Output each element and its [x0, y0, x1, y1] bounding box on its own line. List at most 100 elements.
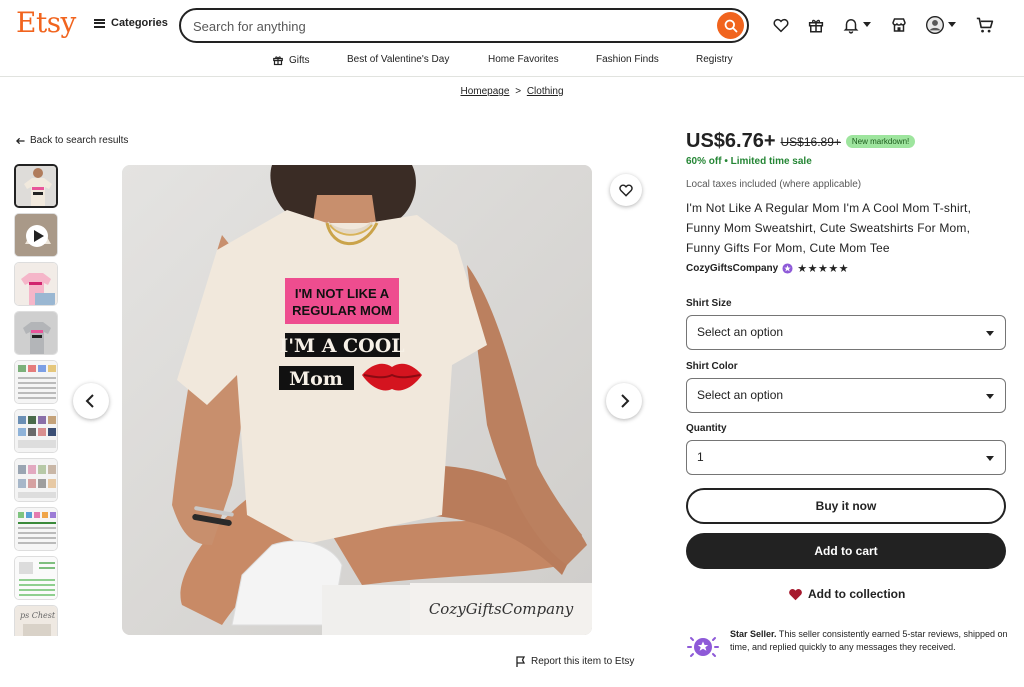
- discount-text: 60% off • Limited time sale: [686, 156, 812, 167]
- star-seller-text: Star Seller. This seller consistently ea…: [730, 628, 1016, 662]
- thumbnail-image: [15, 361, 57, 403]
- gift-button[interactable]: [807, 14, 825, 36]
- gift-icon: [808, 19, 824, 33]
- star-seller-badge-icon: [782, 263, 793, 274]
- watermark-text: CozyGiftsCompany: [429, 600, 574, 618]
- add-to-collection-label: Add to collection: [808, 587, 906, 601]
- thumbnail-4[interactable]: [14, 311, 58, 355]
- site-header: Etsy Categories: [0, 0, 1024, 50]
- shirt-color-select[interactable]: Select an option: [686, 378, 1006, 413]
- shirt-size-select[interactable]: Select an option: [686, 315, 1006, 350]
- add-to-collection-button[interactable]: Add to collection: [788, 587, 905, 601]
- thumbnail-1[interactable]: [14, 164, 58, 208]
- tax-note: Local taxes included (where applicable): [686, 179, 862, 190]
- thumbnail-10[interactable]: ps Chest: [14, 605, 58, 636]
- thumbnail-strip: ps Chest: [14, 164, 60, 636]
- rating-stars: ★★★★★: [797, 263, 850, 275]
- quantity-select[interactable]: 1: [686, 440, 1006, 475]
- star-seller-icon: [687, 637, 719, 657]
- add-to-cart-button[interactable]: Add to cart: [686, 533, 1006, 569]
- shirt-print-line2: REGULAR MOM: [292, 303, 392, 318]
- back-to-results-link[interactable]: Back to search results: [16, 135, 128, 146]
- report-item-link[interactable]: Report this item to Etsy: [516, 656, 634, 667]
- subnav-valentines[interactable]: Best of Valentine's Day: [347, 54, 449, 65]
- account-button[interactable]: [925, 14, 956, 36]
- thumbnail-image: [15, 557, 57, 599]
- quantity-value: 1: [697, 450, 704, 464]
- chevron-right-icon: [621, 394, 630, 408]
- thumbnail-image: [15, 263, 57, 305]
- search-icon: [724, 19, 737, 32]
- chevron-down-icon: [986, 456, 994, 461]
- chevron-down-icon: [986, 331, 994, 336]
- subnav-registry[interactable]: Registry: [696, 54, 733, 65]
- product-info: US$6.76+ US$16.89+ New markdown! 60% off…: [686, 130, 1006, 275]
- next-image-button[interactable]: [606, 383, 642, 419]
- breadcrumb-homepage[interactable]: Homepage: [460, 86, 509, 97]
- favorite-button[interactable]: [610, 174, 642, 206]
- heart-filled-icon: [789, 589, 802, 601]
- thumbnail-3[interactable]: [14, 262, 58, 306]
- thumbnail-7[interactable]: [14, 458, 58, 502]
- thumbnail-image: [16, 166, 56, 206]
- report-label: Report this item to Etsy: [531, 656, 635, 667]
- chevron-left-icon: [85, 394, 94, 408]
- size-select-value: Select an option: [697, 325, 784, 339]
- thumbnail-image: [15, 459, 57, 501]
- thumbnail-image: [15, 410, 57, 452]
- breadcrumb-clothing[interactable]: Clothing: [527, 86, 564, 97]
- size-label: Shirt Size: [686, 298, 732, 309]
- shop-icon: [892, 18, 906, 32]
- categories-button[interactable]: Categories: [94, 17, 168, 29]
- subnav-gifts[interactable]: Gifts: [272, 54, 310, 66]
- shirt-print-line4: Mom: [289, 368, 343, 390]
- breadcrumb: Homepage > Clothing: [0, 86, 1024, 97]
- thumbnail-video[interactable]: [14, 213, 58, 257]
- shop-name-link[interactable]: CozyGiftsCompany: [686, 263, 778, 274]
- buy-it-now-button[interactable]: Buy it now: [686, 488, 1006, 524]
- chevron-down-icon: [986, 394, 994, 399]
- thumbnail-6[interactable]: [14, 409, 58, 453]
- bell-icon: [843, 19, 859, 34]
- sale-price: US$6.76+: [686, 130, 776, 152]
- etsy-logo[interactable]: Etsy: [16, 6, 76, 39]
- shop-row: CozyGiftsCompany ★★★★★: [686, 262, 1006, 275]
- svg-text:ps Chest: ps Chest: [20, 611, 56, 620]
- avatar-icon: [926, 16, 944, 34]
- thumbnail-image: [15, 312, 57, 354]
- shirt-print-line1: I'M NOT LIKE A: [295, 286, 390, 301]
- search-button[interactable]: [717, 12, 744, 39]
- subnav-fashion-finds[interactable]: Fashion Finds: [596, 54, 659, 65]
- shop-manager-button[interactable]: [890, 14, 908, 36]
- favorites-button[interactable]: [772, 14, 790, 36]
- original-price: US$16.89+: [780, 134, 841, 149]
- markdown-badge: New markdown!: [845, 135, 916, 148]
- cart-icon: [976, 17, 994, 33]
- chevron-down-icon: [948, 22, 956, 27]
- thumbnail-9[interactable]: [14, 556, 58, 600]
- product-title: I'm Not Like A Regular Mom I'm A Cool Mo…: [686, 201, 972, 255]
- play-icon: [15, 214, 57, 256]
- chevron-down-icon: [863, 22, 871, 27]
- search-bar: [179, 8, 749, 43]
- header-divider: [0, 76, 1024, 77]
- main-product-image[interactable]: I'M NOT LIKE A REGULAR MOM I'M A COOL Mo…: [122, 165, 592, 635]
- sub-navigation: Gifts Best of Valentine's Day Home Favor…: [0, 52, 1024, 76]
- shirt-print-line3: I'M A COOL: [279, 335, 404, 357]
- search-input[interactable]: [193, 16, 693, 36]
- star-seller-title: Star Seller.: [730, 629, 777, 639]
- quantity-label: Quantity: [686, 423, 727, 434]
- back-link-label: Back to search results: [30, 135, 129, 146]
- categories-label: Categories: [111, 17, 168, 29]
- flag-icon: [516, 656, 526, 667]
- star-seller-info: Star Seller. This seller consistently ea…: [686, 628, 1016, 662]
- thumbnail-5[interactable]: [14, 360, 58, 404]
- thumbnail-image: ps Chest: [15, 606, 57, 636]
- subnav-home-favorites[interactable]: Home Favorites: [488, 54, 559, 65]
- subnav-label: Gifts: [289, 54, 310, 66]
- notifications-button[interactable]: [842, 14, 871, 36]
- previous-image-button[interactable]: [73, 383, 109, 419]
- cart-button[interactable]: [975, 14, 995, 36]
- thumbnail-8[interactable]: [14, 507, 58, 551]
- gift-icon: [273, 56, 283, 66]
